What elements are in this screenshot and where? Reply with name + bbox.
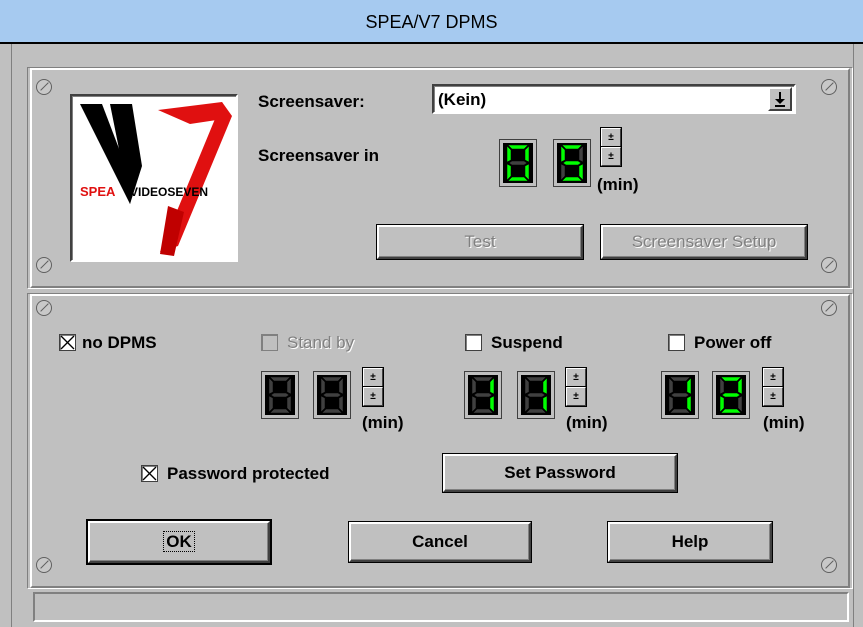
help-button[interactable]: Help: [608, 522, 772, 562]
cancel-button-label: Cancel: [412, 532, 468, 551]
status-bar: [33, 592, 849, 622]
standby-spinner[interactable]: ± ±: [363, 368, 383, 406]
screw-icon: [821, 557, 837, 573]
spin-down-icon[interactable]: ±: [566, 387, 586, 406]
cancel-button[interactable]: Cancel: [349, 522, 531, 562]
screw-icon: [821, 79, 837, 95]
screensaver-delay-digit: [554, 140, 590, 186]
password-protected-label[interactable]: Password protected: [167, 464, 330, 484]
help-button-label: Help: [671, 532, 709, 551]
suspend-unit: (min): [566, 413, 608, 432]
spin-up-icon[interactable]: ±: [601, 128, 621, 147]
ok-button-label: OK: [163, 531, 195, 552]
set-password-button[interactable]: Set Password: [443, 454, 677, 492]
spin-down-icon[interactable]: ±: [763, 387, 783, 406]
spin-down-icon[interactable]: ±: [601, 147, 621, 166]
checkmark-x-icon: [142, 466, 157, 481]
screensaver-setup-button-label: Screensaver Setup: [631, 232, 777, 251]
no-dpms-checkbox[interactable]: [59, 334, 76, 351]
standby-unit: (min): [362, 413, 404, 432]
poweroff-digit: [662, 372, 698, 418]
spin-down-icon[interactable]: ±: [363, 387, 383, 406]
screw-icon: [821, 300, 837, 316]
standby-label[interactable]: Stand by: [287, 333, 354, 353]
screensaver-delay-label: Screensaver in: [258, 146, 379, 165]
standby-digit: [314, 372, 350, 418]
poweroff-unit: (min): [763, 413, 805, 432]
set-password-button-label: Set Password: [504, 463, 616, 482]
screw-icon: [36, 300, 52, 316]
checkmark-x-icon: [60, 335, 75, 350]
screensaver-select[interactable]: (Kein): [432, 84, 796, 114]
window-frame-left: [0, 44, 12, 627]
test-button[interactable]: Test: [377, 225, 583, 259]
poweroff-checkbox[interactable]: [668, 334, 685, 351]
screensaver-delay-digit: [500, 140, 536, 186]
screw-icon: [36, 257, 52, 273]
logo-spea-text: SPEA: [80, 184, 116, 199]
screw-icon: [36, 79, 52, 95]
title-bar: SPEA/V7 DPMS: [0, 0, 863, 44]
poweroff-digit: [713, 372, 749, 418]
screensaver-label: Screensaver:: [258, 92, 365, 111]
standby-checkbox[interactable]: [261, 334, 278, 351]
standby-digit: [262, 372, 298, 418]
window-title: SPEA/V7 DPMS: [365, 12, 498, 32]
screw-icon: [821, 257, 837, 273]
poweroff-label[interactable]: Power off: [694, 333, 771, 353]
password-protected-checkbox[interactable]: [141, 465, 158, 482]
test-button-label: Test: [464, 232, 496, 251]
spin-up-icon[interactable]: ±: [566, 368, 586, 387]
poweroff-spinner[interactable]: ± ±: [763, 368, 783, 406]
ok-button[interactable]: OK: [88, 521, 270, 563]
spin-up-icon[interactable]: ±: [363, 368, 383, 387]
logo-videoseven-text: VIDEOSEVEN: [130, 185, 208, 199]
screensaver-delay-spinner[interactable]: ± ±: [601, 128, 621, 166]
suspend-spinner[interactable]: ± ±: [566, 368, 586, 406]
suspend-digit: [518, 372, 554, 418]
suspend-label[interactable]: Suspend: [491, 333, 563, 353]
window-frame-right: [853, 44, 863, 627]
dropdown-arrow-icon[interactable]: [768, 87, 792, 111]
screensaver-setup-button[interactable]: Screensaver Setup: [601, 225, 807, 259]
suspend-digit: [465, 372, 501, 418]
screw-icon: [36, 557, 52, 573]
screensaver-selected-value: (Kein): [438, 90, 487, 109]
spin-up-icon[interactable]: ±: [763, 368, 783, 387]
screensaver-delay-unit: (min): [597, 175, 639, 194]
spea-v7-logo: SPEA VIDEOSEVEN: [70, 94, 238, 262]
suspend-checkbox[interactable]: [465, 334, 482, 351]
no-dpms-label[interactable]: no DPMS: [82, 333, 157, 353]
